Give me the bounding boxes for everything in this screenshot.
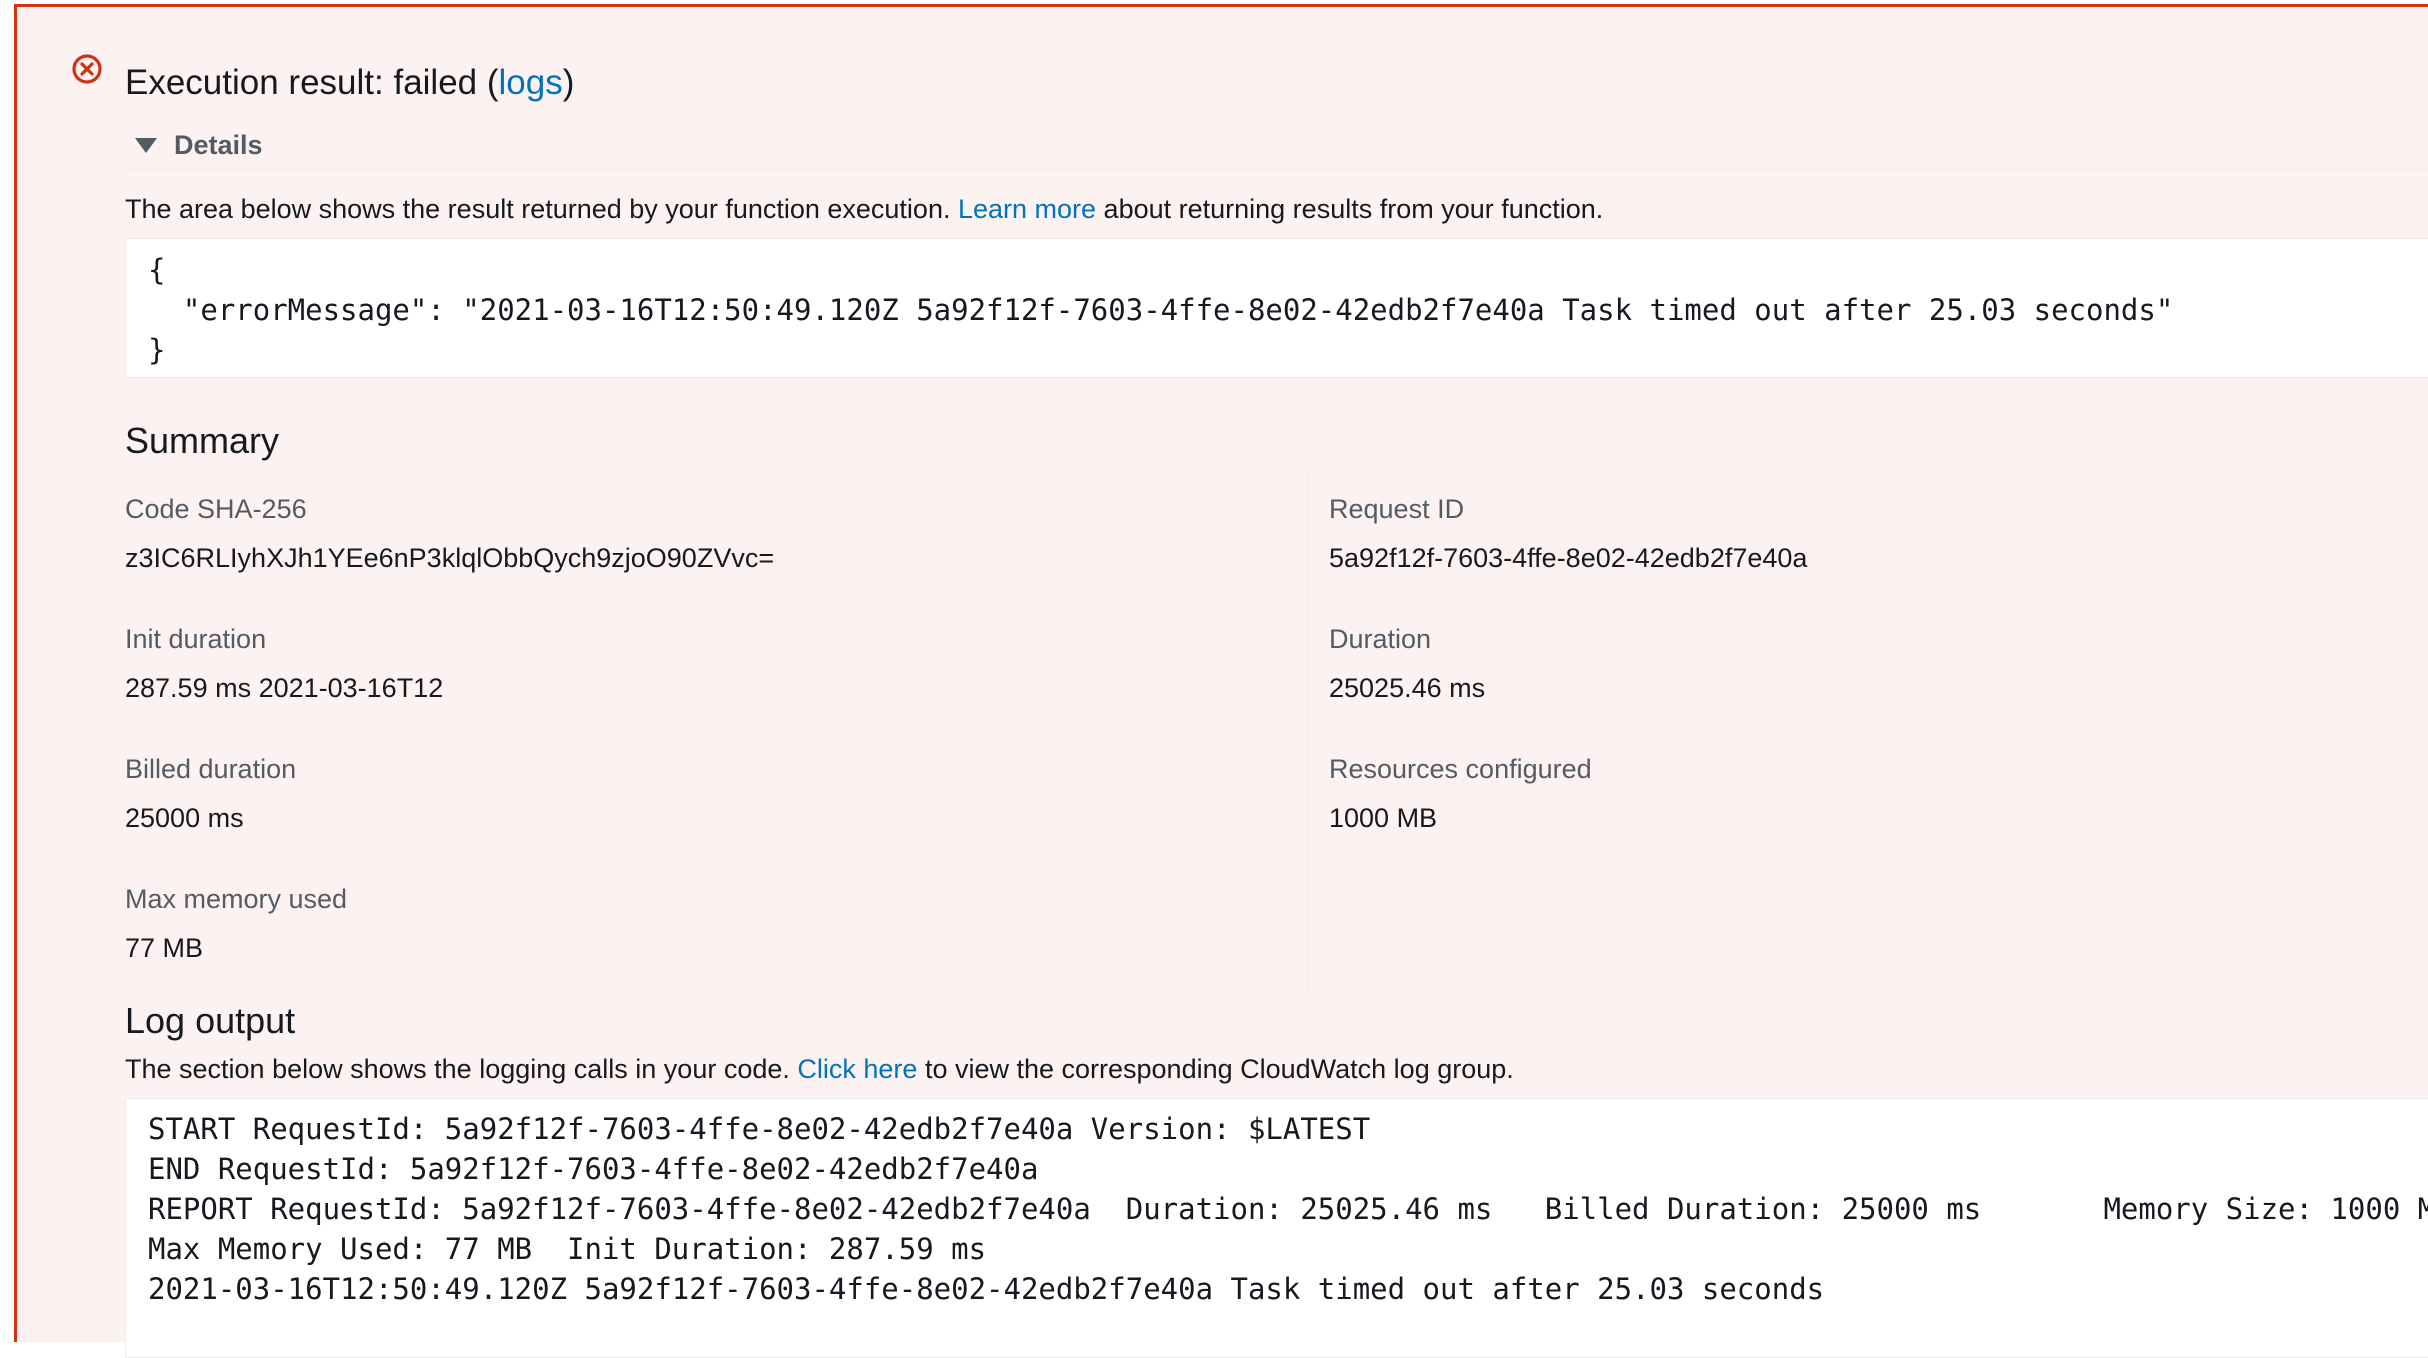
title-suffix: ) [562,63,575,102]
logs-link[interactable]: logs [499,63,563,102]
title-prefix: Execution result: failed ( [125,63,499,102]
resources-configured-label: Resources configured [1329,754,1592,784]
log-output-box: START RequestId: 5a92f12f-7603-4ffe-8e02… [125,1098,2428,1358]
code-sha-value: z3IC6RLIyhXJh1YEe6nP3klqlObbQych9zjoO90Z… [125,543,775,573]
details-description: The area below shows the result returned… [125,189,1603,229]
response-line: { [148,253,166,287]
execution-result-title: Execution result: failed (logs) [125,57,574,109]
log-line: END RequestId: 5a92f12f-7603-4ffe-8e02-4… [148,1152,1039,1186]
summary-heading: Summary [125,420,280,461]
error-circle-x-icon [72,54,102,84]
cloudwatch-link[interactable]: Click here [797,1054,917,1084]
billed-duration-label: Billed duration [125,754,297,784]
log-line: REPORT RequestId: 5a92f12f-7603-4ffe-8e0… [148,1192,2428,1226]
response-code-box: { "errorMessage": "2021-03-16T12:50:49.1… [125,238,2428,378]
learn-more-link[interactable]: Learn more [958,194,1096,224]
duration-value: 25025.46 ms [1329,673,1486,703]
request-id-label: Request ID [1329,494,1465,524]
code-sha-label: Code SHA-256 [125,494,307,524]
init-duration-label: Init duration [125,624,267,654]
log-line: 2021-03-16T12:50:49.120Z 5a92f12f-7603-4… [148,1272,1825,1306]
response-line: } [148,333,166,367]
details-divider [125,169,2428,170]
details-description-text-end: about returning results from your functi… [1096,194,1604,224]
response-line: "errorMessage": "2021-03-16T12:50:49.120… [148,293,2174,327]
details-toggle[interactable]: Details [135,125,263,165]
execution-result-panel: Execution result: failed (logs) Details … [14,4,2428,1358]
max-memory-value: 77 MB [125,933,204,963]
log-line: Max Memory Used: 77 MB Init Duration: 28… [148,1232,987,1266]
init-duration-value: 287.59 ms 2021-03-16T12 [125,673,444,703]
caret-down-icon [135,137,157,153]
log-description-text-end: to view the corresponding CloudWatch log… [917,1054,1514,1084]
log-output-description: The section below shows the logging call… [125,1049,1514,1089]
details-label: Details [174,129,263,160]
summary-column-divider [1308,471,1309,991]
log-description-text: The section below shows the logging call… [125,1054,798,1084]
resources-configured-value: 1000 MB [1329,803,1438,833]
log-output-heading: Log output [125,1000,296,1041]
request-id-value: 5a92f12f-7603-4ffe-8e02-42edb2f7e40a [1329,543,1808,573]
details-description-text: The area below shows the result returned… [125,194,958,224]
max-memory-label: Max memory used [125,884,348,914]
duration-label: Duration [1329,624,1432,654]
billed-duration-value: 25000 ms [125,803,244,833]
log-line: START RequestId: 5a92f12f-7603-4ffe-8e02… [148,1112,1371,1146]
